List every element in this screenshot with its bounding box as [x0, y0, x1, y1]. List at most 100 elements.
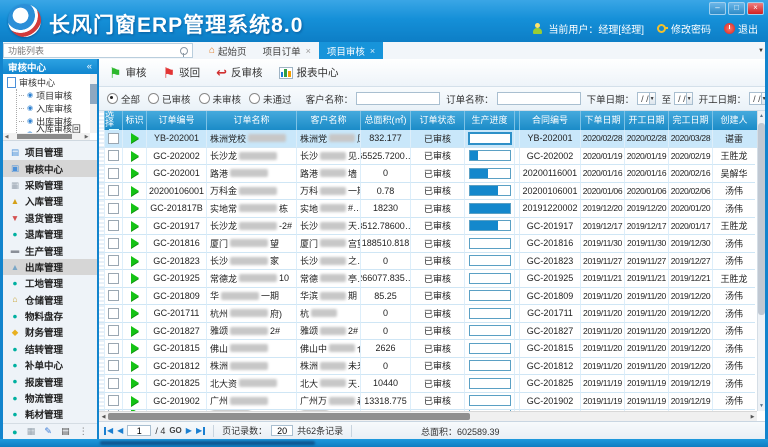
col-total-area[interactable]: 总面积(㎡)	[361, 111, 411, 130]
menu-warehouse-mgmt[interactable]: ⌂仓储管理	[3, 292, 97, 308]
row-checkbox[interactable]	[108, 343, 119, 354]
table-row[interactable]: GC-201823长沙家长沙之…0已审核GC-2018232019/11/272…	[99, 253, 757, 271]
function-search-box[interactable]: 功能列表	[3, 43, 193, 58]
scroll-right-icon[interactable]: ▶	[83, 134, 90, 140]
col-contract-no[interactable]: 合同编号	[520, 111, 581, 130]
row-checkbox[interactable]	[108, 255, 119, 266]
tree-project-audit[interactable]: ◉项目审核	[17, 89, 87, 102]
calendar-dropdown-icon[interactable]: ▼	[762, 92, 765, 105]
approve-button[interactable]: ⚑审核	[109, 65, 147, 80]
more-icon[interactable]: ⋮	[79, 426, 88, 437]
row-checkbox[interactable]	[108, 273, 119, 284]
col-order-status[interactable]: 订单状态	[411, 111, 465, 130]
menu-inventory-check[interactable]: ●物料盘存	[3, 308, 97, 324]
row-checkbox[interactable]	[108, 308, 119, 319]
tree-horizontal-scrollbar[interactable]: ◀ ▶	[3, 133, 90, 140]
page-size-input[interactable]	[271, 425, 293, 436]
menu-inbound-mgmt[interactable]: ▲入库管理	[3, 193, 97, 209]
row-checkbox[interactable]	[108, 360, 119, 371]
row-checkbox[interactable]	[108, 150, 119, 161]
report-center-button[interactable]: 报表中心	[279, 65, 339, 80]
menu-finance-mgmt[interactable]: ◆财务管理	[3, 324, 97, 340]
row-checkbox[interactable]	[108, 325, 119, 336]
col-customer[interactable]: 客户名称	[297, 111, 361, 130]
prev-page-button[interactable]: ◀	[117, 427, 123, 435]
pen-icon[interactable]: ✎	[44, 426, 52, 437]
collapse-icon[interactable]: «	[87, 61, 92, 72]
menu-supplement-center[interactable]: ●补单中心	[3, 357, 97, 373]
progress-bar[interactable]	[469, 395, 511, 406]
logout-button[interactable]: 退出	[724, 21, 758, 36]
menu-carryover-mgmt[interactable]: ●结转管理	[3, 341, 97, 357]
progress-bar[interactable]	[469, 255, 511, 266]
table-row[interactable]: GC-201917长沙龙-2#长沙天…8512.78600…已审核GC-2019…	[99, 218, 757, 236]
row-checkbox[interactable]	[108, 395, 119, 406]
radio-audited[interactable]	[148, 93, 159, 104]
row-checkbox[interactable]	[108, 185, 119, 196]
radio-rejected[interactable]	[249, 93, 260, 104]
menu-audit-center[interactable]: ▣审核中心	[3, 160, 97, 176]
menu-production-mgmt[interactable]: ▬生产管理	[3, 242, 97, 258]
table-row[interactable]: GC-201902广州广州万森林13318.775已审核GC-201902201…	[99, 393, 757, 411]
maximize-button[interactable]: □	[728, 2, 745, 15]
tab-close-icon[interactable]: ×	[370, 46, 375, 56]
col-start-date[interactable]: 开工日期	[625, 111, 669, 130]
menu-site-mgmt[interactable]: ●工地管理	[3, 275, 97, 291]
radio-all[interactable]	[107, 93, 118, 104]
reject-button[interactable]: ⚑驳回	[163, 65, 201, 80]
table-row[interactable]: GC-201816厦门望厦门宫望188510.818已审核GC-20181620…	[99, 235, 757, 253]
tab-home[interactable]: ⌂起始页	[201, 42, 255, 59]
progress-bar[interactable]	[469, 168, 511, 179]
col-order-no[interactable]: 订单编号	[147, 111, 207, 130]
table-row[interactable]: GC-201812株洲株洲未来0已审核GC-2018122019/11/2020…	[99, 358, 757, 376]
row-checkbox[interactable]	[108, 238, 119, 249]
page-number-input[interactable]	[127, 425, 151, 436]
scroll-left-icon[interactable]: ◀	[3, 134, 10, 140]
last-page-button[interactable]: ▶	[196, 427, 205, 435]
progress-bar[interactable]	[469, 308, 511, 319]
progress-bar[interactable]	[469, 325, 511, 336]
menu-logistics-mgmt[interactable]: ●物流管理	[3, 390, 97, 406]
progress-bar[interactable]	[469, 360, 511, 371]
close-button[interactable]: ×	[747, 2, 764, 15]
row-checkbox[interactable]	[108, 133, 119, 144]
menu-consumables-mgmt[interactable]: ●耗材管理	[3, 406, 97, 422]
table-horizontal-scrollbar[interactable]: ◀ ▶	[99, 411, 757, 421]
row-checkbox[interactable]	[108, 290, 119, 301]
table-vertical-scrollbar[interactable]: ▲ ▼	[757, 111, 765, 411]
table-row[interactable]: YB-202001株洲党校株洲党凤…832.177已审核YB-202001202…	[99, 130, 757, 148]
menu-purchase-mgmt[interactable]: ▦采购管理	[3, 177, 97, 193]
tab-close-icon[interactable]: ×	[306, 46, 311, 56]
menu-returns-mgmt[interactable]: ▼退货管理	[3, 210, 97, 226]
table-row[interactable]: GC-201711杭州府)杭0已审核GC-2017112019/11/20201…	[99, 305, 757, 323]
table-row[interactable]: GC-201817B实地常栋实地#…18230已审核20191220002201…	[99, 200, 757, 218]
menu-scrap-mgmt[interactable]: ●报废管理	[3, 373, 97, 389]
menu-stock-return-mgmt[interactable]: ●退库管理	[3, 226, 97, 242]
calendar-dropdown-icon[interactable]: ▼	[687, 92, 693, 105]
change-password-button[interactable]: 修改密码	[657, 21, 711, 36]
row-checkbox[interactable]	[108, 203, 119, 214]
next-page-button[interactable]: ▶	[186, 427, 192, 435]
scroll-right-icon[interactable]: ▶	[748, 414, 757, 420]
table-row[interactable]: GC-201925常德龙10常德亭…266077.835…已审核GC-20192…	[99, 270, 757, 288]
customer-name-input[interactable]	[356, 92, 440, 105]
progress-bar[interactable]	[469, 220, 511, 231]
tab-project-orders[interactable]: 项目订单×	[255, 42, 319, 59]
table-row[interactable]: GC-202002长沙龙长沙见…65525.7200…已审核GC-2020022…	[99, 148, 757, 166]
first-page-button[interactable]: ◀	[104, 427, 113, 435]
row-checkbox[interactable]	[108, 168, 119, 179]
unapprove-button[interactable]: ↩反审核	[216, 65, 262, 80]
table-row[interactable]	[99, 410, 757, 411]
col-flag[interactable]: 标识	[123, 111, 147, 130]
row-checkbox[interactable]	[108, 220, 119, 231]
printer-icon[interactable]: ▤	[61, 426, 70, 437]
progress-bar[interactable]	[469, 290, 511, 301]
tree-inbound-audit[interactable]: ◉入库审核	[17, 102, 87, 115]
col-creator[interactable]: 创建人	[713, 111, 755, 130]
scroll-up-icon[interactable]: ▲	[758, 111, 765, 121]
progress-bar[interactable]	[469, 150, 511, 161]
radio-unaudited[interactable]	[199, 93, 210, 104]
progress-bar[interactable]	[469, 238, 511, 249]
order-date-from-input[interactable]: / /	[637, 92, 650, 105]
scroll-left-icon[interactable]: ◀	[99, 414, 108, 420]
